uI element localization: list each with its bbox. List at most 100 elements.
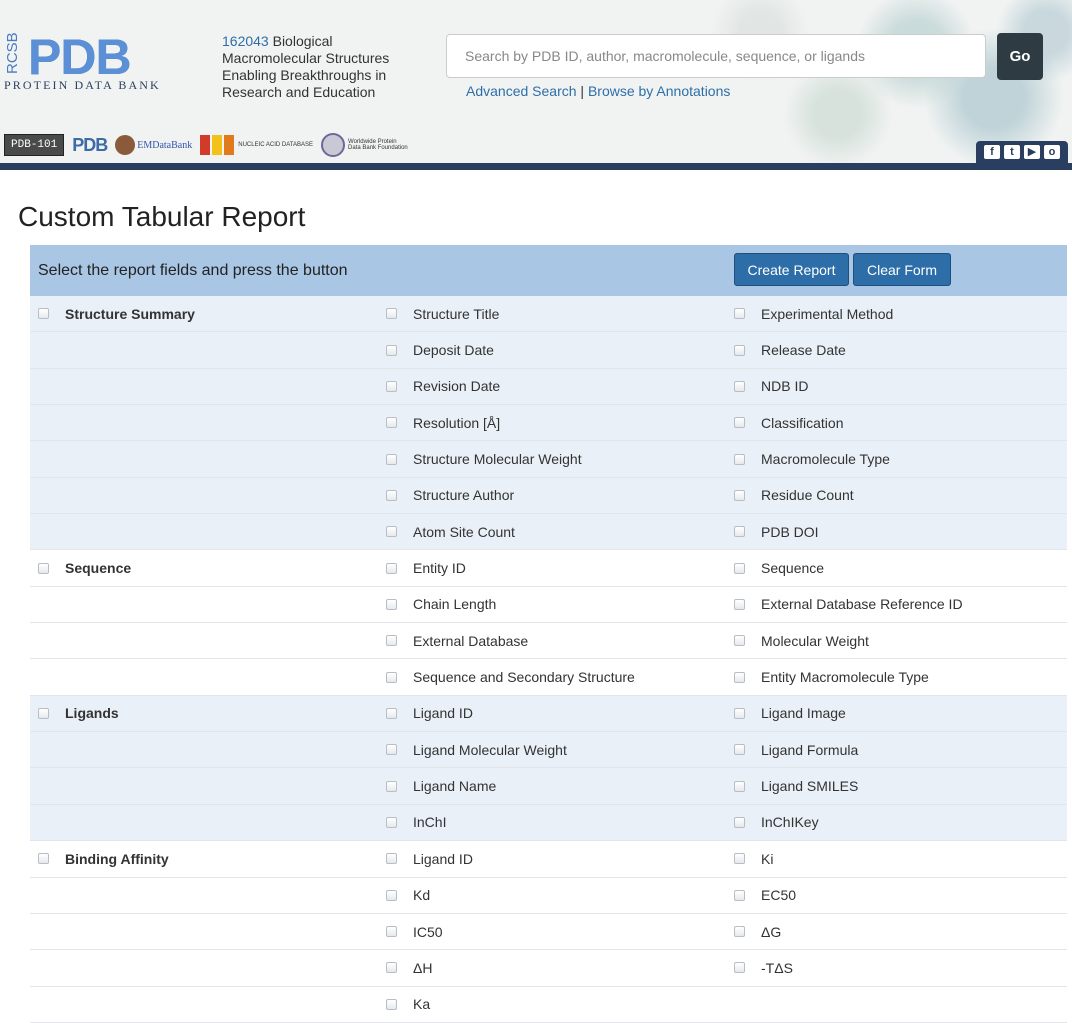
browse-annotations-link[interactable]: Browse by Annotations (588, 83, 730, 99)
wwpdb-logo[interactable]: PDB (72, 135, 108, 155)
field-checkbox[interactable] (734, 489, 745, 501)
field-checkbox[interactable] (734, 671, 745, 683)
field-checkbox[interactable] (734, 598, 745, 610)
field-cell[interactable]: Structure Title (378, 306, 727, 322)
field-cell[interactable]: Ligand Molecular Weight (378, 742, 727, 758)
field-checkbox[interactable] (386, 998, 397, 1010)
field-checkbox[interactable] (386, 853, 397, 865)
field-cell[interactable]: InChI (378, 814, 727, 830)
field-cell[interactable]: Ki (727, 851, 1067, 867)
field-checkbox[interactable] (386, 671, 397, 683)
search-input[interactable] (446, 34, 986, 78)
field-checkbox[interactable] (734, 962, 745, 974)
field-cell[interactable]: Structure Author (378, 487, 727, 503)
field-checkbox[interactable] (734, 308, 745, 320)
field-cell[interactable]: Entity ID (378, 560, 727, 576)
field-cell[interactable]: Experimental Method (727, 306, 1067, 322)
field-cell[interactable]: Ligand Name (378, 778, 727, 794)
twitter-icon[interactable]: t (1004, 145, 1020, 159)
field-checkbox[interactable] (734, 780, 745, 792)
field-cell[interactable]: Deposit Date (378, 342, 727, 358)
advanced-search-link[interactable]: Advanced Search (466, 83, 577, 99)
search-go-button[interactable]: Go (997, 33, 1043, 80)
emdatabank-logo[interactable]: EMDataBank (115, 135, 192, 155)
field-checkbox[interactable] (734, 926, 745, 938)
youtube-icon[interactable]: ▶ (1024, 145, 1040, 159)
field-checkbox[interactable] (386, 780, 397, 792)
field-cell[interactable]: Structure Molecular Weight (378, 451, 727, 467)
group-cell[interactable]: Binding Affinity (30, 851, 378, 867)
field-cell[interactable]: Chain Length (378, 596, 727, 612)
field-cell[interactable]: Resolution [Å] (378, 415, 727, 431)
structure-count[interactable]: 162043 (222, 33, 269, 49)
github-icon[interactable]: o (1044, 145, 1060, 159)
field-checkbox[interactable] (734, 380, 745, 392)
field-checkbox[interactable] (386, 308, 397, 320)
group-checkbox[interactable] (38, 707, 49, 719)
group-checkbox[interactable] (38, 308, 49, 320)
field-cell[interactable]: Ligand ID (378, 851, 727, 867)
field-cell[interactable]: External Database Reference ID (727, 596, 1067, 612)
facebook-icon[interactable]: f (984, 145, 1000, 159)
field-checkbox[interactable] (386, 744, 397, 756)
field-cell[interactable]: Ligand Formula (727, 742, 1067, 758)
field-checkbox[interactable] (386, 889, 397, 901)
group-checkbox[interactable] (38, 853, 49, 865)
field-checkbox[interactable] (734, 707, 745, 719)
ndb-logo[interactable]: NUCLEIC ACID DATABASE (200, 135, 313, 155)
field-cell[interactable]: External Database (378, 633, 727, 649)
field-cell[interactable]: -TΔS (727, 960, 1067, 976)
field-checkbox[interactable] (386, 417, 397, 429)
field-cell[interactable]: Ligand SMILES (727, 778, 1067, 794)
field-cell[interactable]: ΔH (378, 960, 727, 976)
field-cell[interactable]: ΔG (727, 924, 1067, 940)
field-cell[interactable]: Classification (727, 415, 1067, 431)
field-checkbox[interactable] (386, 635, 397, 647)
field-checkbox[interactable] (734, 562, 745, 574)
field-checkbox[interactable] (734, 744, 745, 756)
field-cell[interactable]: NDB ID (727, 378, 1067, 394)
clear-form-button[interactable]: Clear Form (853, 253, 951, 286)
group-cell[interactable]: Ligands (30, 705, 378, 721)
field-checkbox[interactable] (386, 453, 397, 465)
field-cell[interactable]: Residue Count (727, 487, 1067, 503)
field-cell[interactable]: Release Date (727, 342, 1067, 358)
field-checkbox[interactable] (386, 816, 397, 828)
field-checkbox[interactable] (386, 707, 397, 719)
field-checkbox[interactable] (386, 562, 397, 574)
field-checkbox[interactable] (734, 853, 745, 865)
field-cell[interactable]: Ka (378, 996, 727, 1012)
field-cell[interactable]: Ligand ID (378, 705, 727, 721)
field-cell[interactable]: EC50 (727, 887, 1067, 903)
field-checkbox[interactable] (386, 380, 397, 392)
create-report-button[interactable]: Create Report (734, 253, 849, 286)
field-cell[interactable]: Revision Date (378, 378, 727, 394)
group-cell[interactable]: Structure Summary (30, 306, 378, 322)
field-cell[interactable]: Ligand Image (727, 705, 1067, 721)
field-checkbox[interactable] (734, 635, 745, 647)
group-cell[interactable]: Sequence (30, 560, 378, 576)
field-checkbox[interactable] (734, 344, 745, 356)
rcsb-pdb-logo[interactable]: RCSB PDB PROTEIN DATA BANK (4, 29, 216, 92)
field-cell[interactable]: Sequence (727, 560, 1067, 576)
field-cell[interactable]: Kd (378, 887, 727, 903)
field-checkbox[interactable] (734, 417, 745, 429)
field-cell[interactable]: PDB DOI (727, 524, 1067, 540)
field-cell[interactable]: IC50 (378, 924, 727, 940)
field-checkbox[interactable] (734, 889, 745, 901)
field-checkbox[interactable] (386, 598, 397, 610)
field-cell[interactable]: Atom Site Count (378, 524, 727, 540)
field-cell[interactable]: Macromolecule Type (727, 451, 1067, 467)
field-cell[interactable]: Sequence and Secondary Structure (378, 669, 727, 685)
field-cell[interactable]: InChIKey (727, 814, 1067, 830)
field-checkbox[interactable] (386, 962, 397, 974)
field-checkbox[interactable] (734, 453, 745, 465)
field-checkbox[interactable] (386, 526, 397, 538)
field-cell[interactable]: Entity Macromolecule Type (727, 669, 1067, 685)
field-checkbox[interactable] (734, 526, 745, 538)
field-cell[interactable]: Molecular Weight (727, 633, 1067, 649)
field-checkbox[interactable] (386, 489, 397, 501)
field-checkbox[interactable] (386, 344, 397, 356)
field-checkbox[interactable] (386, 926, 397, 938)
pdb101-logo[interactable]: PDB-101 (4, 134, 65, 156)
